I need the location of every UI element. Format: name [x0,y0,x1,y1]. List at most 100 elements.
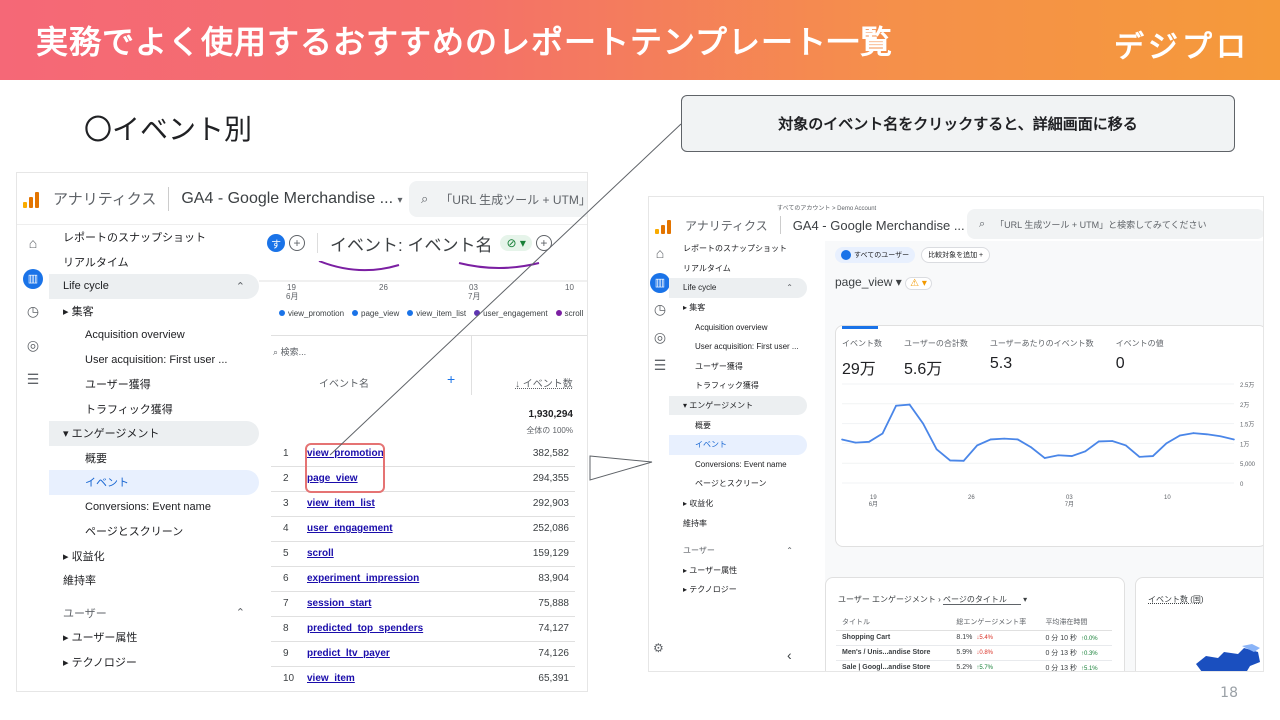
nav-item[interactable]: ユーザー ⌃ [669,541,807,561]
explore-icon[interactable]: ◷ [23,303,43,323]
row-event-count: 74,127 [500,616,575,642]
nav-item[interactable]: ▸ 収益化 [49,544,259,569]
event-name-link[interactable]: session_start [307,598,371,609]
table-row[interactable]: 10 view_item 65,391 [271,666,575,691]
add-dimension-icon[interactable]: + [447,371,455,387]
nav-item[interactable]: ▸ ユーザー属性 [49,625,259,650]
nav-item-label: ユーザー獲得 [85,379,151,392]
nav-item[interactable]: ▸ テクノロジー [49,650,259,675]
kpi-tile[interactable]: イベント数 29万 [842,338,882,379]
row-event-name: predict_ltv_payer [301,641,501,667]
nav-item[interactable]: Conversions: Event name [49,495,259,520]
nav-item[interactable]: 維持率 [49,568,259,593]
reports-icon[interactable]: ▥ [23,269,43,289]
settings-icon[interactable]: ⚙ [653,641,664,655]
nav-item[interactable]: ▸ 集客 [669,298,807,318]
nav-item[interactable]: Acquisition overview [669,317,807,337]
icon-rail: ⌂ ▥ ◷ ◎ ☰ [17,225,49,691]
nav-item[interactable]: User acquisition: First user ... [669,337,807,357]
nav-item[interactable]: ユーザー ⌃ [49,601,259,626]
axis-tick-19: 19 [287,283,296,292]
nav-item[interactable]: 維持率 [669,513,807,533]
table-row[interactable]: 4 user_engagement 252,086 [271,516,575,542]
event-name-link[interactable]: predicted_top_spenders [307,623,423,634]
search-bar[interactable]: ⌕ 「URL 生成ツール + UTM」 [409,181,587,217]
nav-item[interactable]: ▾ エンゲージメント [669,395,807,416]
nav-item[interactable]: レポートのスナップショット [669,239,807,259]
check-circle-icon[interactable]: ⊘ ▾ [500,235,532,251]
list-icon[interactable]: ☰ [23,371,43,391]
property-selector[interactable]: GA4 - Google Merchandise ... ▾ [793,218,973,233]
chip-all-users[interactable]: すべてのユーザー [835,247,916,263]
nav-item[interactable]: Conversions: Event name [669,455,807,475]
nav-item[interactable]: 概要 [669,415,807,435]
nav-item[interactable]: リアルタイム [669,259,807,279]
nav-item[interactable]: User acquisition: First user ... [49,348,259,373]
nav-item[interactable]: Life cycle ⌃ [669,278,807,298]
advertising-icon[interactable]: ◎ [650,329,670,349]
event-name-link[interactable]: view_item_list [307,498,375,509]
add-comparison-icon[interactable]: + [289,235,305,251]
nav-item[interactable]: イベント [49,470,259,495]
kpi-card: イベント数 29万 ユーザーの合計数 5.6万 ユーザーあたりのイベント数 5.3 イベント… [835,325,1263,547]
table-row[interactable]: 7 session_start 75,888 [271,591,575,617]
nav-item[interactable]: ユーザー獲得 [669,357,807,377]
home-icon[interactable]: ⌂ [650,245,670,265]
list-icon[interactable]: ☰ [650,357,670,377]
data-point [976,444,978,447]
engagement-dimension-selector[interactable]: ページのタイトル [943,595,1021,605]
event-name-link[interactable]: predict_ltv_payer [307,648,390,659]
explore-icon[interactable]: ◷ [650,301,670,321]
nav-item[interactable]: ページとスクリーン [669,474,807,494]
nav-item[interactable]: リアルタイム [49,250,259,275]
nav-item[interactable]: レポートのスナップショット [49,225,259,250]
warning-icon[interactable]: ⚠ ▾ [905,277,932,290]
column-header-event[interactable]: イベント名 [319,375,369,390]
collapse-nav-icon[interactable]: ‹ [787,647,792,663]
table-row[interactable]: 9 predict_ltv_payer 74,126 [271,641,575,667]
column-header-count[interactable]: ↓ イベント数 [515,375,573,390]
nav-item[interactable]: イベント [669,434,807,455]
screenshot-event-list: アナリティクス GA4 - Google Merchandise ... ▾ ⌕… [16,172,588,692]
kpi-tile[interactable]: ユーザーの合計数 5.6万 [904,338,968,379]
nav-item[interactable]: ▸ 収益化 [669,494,807,514]
kpi-tile[interactable]: ユーザーあたりのイベント数 5.3 [990,338,1094,379]
advertising-icon[interactable]: ◎ [23,337,43,357]
table-row[interactable]: Shopping Cart 8.1% ↓5.4% 0 分 10 秒 ↑0.0% [836,630,1112,646]
table-row[interactable]: 3 view_item_list 292,903 [271,491,575,517]
nav-item[interactable]: トラフィック獲得 [49,397,259,422]
table-row[interactable]: Men's / Unis...andise Store 5.9% ↓0.8% 0 分 … [836,645,1112,661]
nav-item[interactable]: ▾ エンゲージメント [49,421,259,446]
home-icon[interactable]: ⌂ [23,235,43,255]
property-selector[interactable]: GA4 - Google Merchandise ... ▾ [181,190,402,208]
nav-item[interactable]: ▸ 集客 [49,299,259,324]
reports-icon[interactable]: ▥ [650,273,670,293]
table-row[interactable]: 8 predicted_top_spenders 74,127 [271,616,575,642]
nav-item[interactable]: ▸ テクノロジー [669,580,807,600]
segment-avatar[interactable]: す [267,234,285,252]
kpi-tile[interactable]: イベントの値 0 [1116,338,1164,379]
nav-item[interactable]: ユーザー獲得 [49,372,259,397]
nav-item[interactable]: 概要 [49,446,259,471]
event-name-link[interactable]: scroll [307,548,334,559]
nav-item[interactable]: ▸ ユーザー属性 [669,561,807,581]
add-icon[interactable]: + [535,235,552,251]
row-event-name: session_start [301,591,501,617]
event-name-link[interactable]: user_engagement [307,523,393,534]
row-rank: 8 [271,616,301,642]
event-name-link[interactable]: view_item [307,673,355,684]
chip-add-compare[interactable]: 比較対象を追加 + [921,247,991,263]
nav-item[interactable]: Life cycle ⌃ [49,274,259,299]
table-row[interactable]: 6 experiment_impression 83,904 [271,566,575,592]
nav-item[interactable]: トラフィック獲得 [669,376,807,396]
chevron-down-icon: ▾ [397,194,403,206]
nav-item[interactable]: ページとスクリーン [49,519,259,544]
search-bar[interactable]: ⌕ 「URL 生成ツール + UTM」と検索してみてください [967,209,1263,239]
table-row[interactable]: Sale | Googl...andise Store 5.2% ↑5.7% 0 分 … [836,660,1112,671]
analytics-logo-icon [23,190,39,208]
event-name-link[interactable]: experiment_impression [307,573,419,584]
nav-item[interactable]: Acquisition overview [49,323,259,348]
event-selector[interactable]: page_view ▾ ⚠ ▾ [835,275,932,290]
table-search[interactable]: ⌕ 検索... [273,345,306,358]
table-row[interactable]: 5 scroll 159,129 [271,541,575,567]
